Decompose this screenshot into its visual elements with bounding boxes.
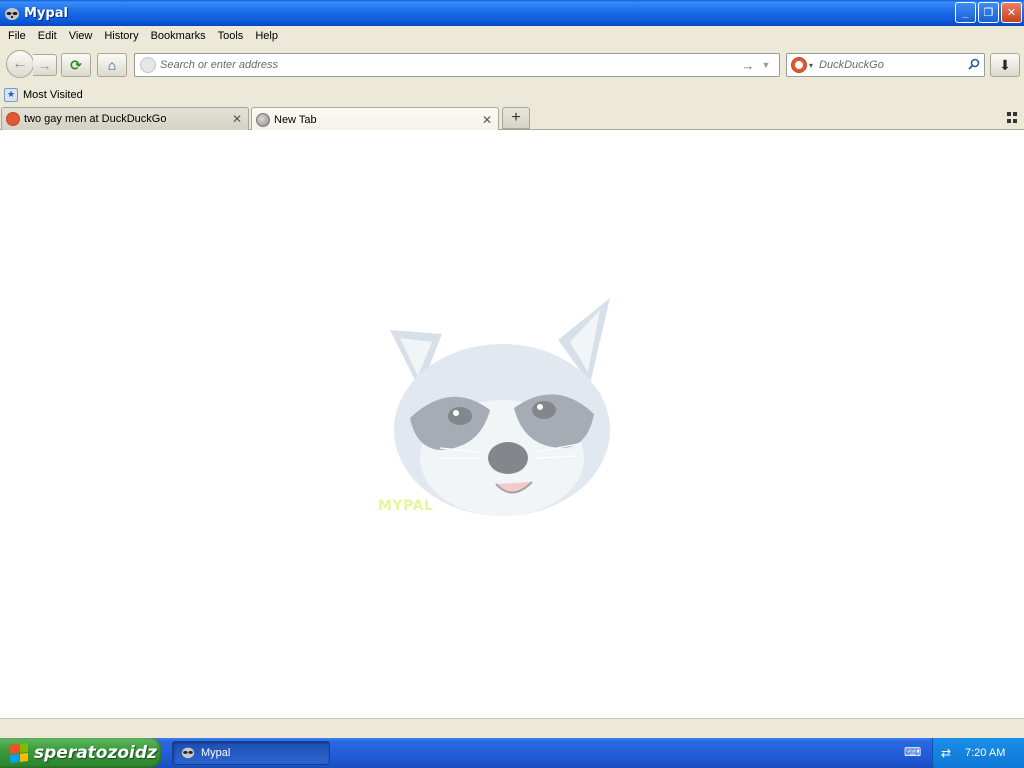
tab-new-tab[interactable]: New Tab ✕ xyxy=(251,107,499,131)
network-icon[interactable]: ⇄ xyxy=(941,746,957,760)
minimize-button[interactable]: _ xyxy=(955,2,976,23)
back-button[interactable]: ← xyxy=(6,50,34,78)
menu-bookmarks[interactable]: Bookmarks xyxy=(145,30,212,42)
window-controls: _ ❐ ✕ xyxy=(955,2,1022,23)
page-content: MYPAL xyxy=(0,130,1024,718)
forward-button[interactable]: → xyxy=(33,54,57,76)
list-all-tabs-icon[interactable] xyxy=(1006,111,1020,125)
menu-edit[interactable]: Edit xyxy=(32,30,63,42)
new-tab-button[interactable]: + xyxy=(502,107,530,129)
tab-strip: two gay men at DuckDuckGo ✕ New Tab ✕ + xyxy=(0,105,1024,131)
menu-history[interactable]: History xyxy=(98,30,144,42)
reload-button[interactable]: ⟳ xyxy=(61,53,91,77)
keyboard-layout-icon[interactable]: ⌨ xyxy=(904,745,921,759)
menu-view[interactable]: View xyxy=(63,30,99,42)
globe-icon xyxy=(256,112,270,127)
menu-tools[interactable]: Tools xyxy=(212,30,250,42)
duckduckgo-icon xyxy=(6,112,20,126)
tab-label: two gay men at DuckDuckGo xyxy=(24,113,167,125)
navigation-toolbar: ← → ⟳ ⌂ → ▼ ▾ ⬇ xyxy=(0,46,1024,84)
windows-logo-icon xyxy=(10,743,28,763)
search-engine-selector[interactable]: ▾ xyxy=(791,57,813,73)
system-tray: ⇄ 7:20 AM xyxy=(932,738,1024,768)
mypal-raccoon-icon xyxy=(4,5,20,21)
close-tab-icon[interactable]: ✕ xyxy=(230,112,244,126)
search-input[interactable] xyxy=(819,55,964,75)
title-bar: Mypal _ ❐ ✕ xyxy=(0,0,1024,26)
taskbar-item-mypal[interactable]: Mypal xyxy=(172,741,330,765)
clock[interactable]: 7:20 AM xyxy=(965,747,1005,759)
bookmarks-toolbar: ★ Most Visited xyxy=(0,84,1024,105)
close-button[interactable]: ✕ xyxy=(1001,2,1022,23)
address-bar[interactable]: → ▼ xyxy=(134,53,780,77)
go-arrow-icon[interactable]: → xyxy=(739,58,757,73)
site-identity-icon[interactable] xyxy=(140,57,156,73)
menu-bar: File Edit View History Bookmarks Tools H… xyxy=(0,26,1024,46)
status-bar xyxy=(0,718,1024,738)
duckduckgo-icon xyxy=(791,57,807,73)
close-tab-icon[interactable]: ✕ xyxy=(480,113,494,127)
start-label: speratozoidz xyxy=(34,743,157,763)
search-icon[interactable] xyxy=(964,58,984,73)
home-button[interactable]: ⌂ xyxy=(97,53,127,77)
tab-label: New Tab xyxy=(274,113,317,126)
menu-help[interactable]: Help xyxy=(249,30,284,42)
chevron-down-icon: ▾ xyxy=(809,60,814,70)
start-button[interactable]: speratozoidz xyxy=(0,738,162,768)
mypal-raccoon-icon xyxy=(181,745,195,762)
downloads-button[interactable]: ⬇ xyxy=(990,53,1020,77)
taskbar: speratozoidz Mypal ⌨ ⇄ 7:20 AM xyxy=(0,738,1024,768)
most-visited-icon: ★ xyxy=(4,87,18,102)
search-bar[interactable]: ▾ xyxy=(786,53,985,77)
taskbar-item-label: Mypal xyxy=(201,747,231,759)
window-title: Mypal xyxy=(24,5,68,21)
bookmark-most-visited[interactable]: Most Visited xyxy=(23,89,83,101)
tab-duckduckgo-search[interactable]: two gay men at DuckDuckGo ✕ xyxy=(1,107,249,130)
menu-file[interactable]: File xyxy=(2,30,32,42)
address-input[interactable] xyxy=(160,55,739,75)
restore-button[interactable]: ❐ xyxy=(978,2,999,23)
mypal-wordmark: MYPAL xyxy=(378,498,434,514)
history-dropdown-icon[interactable]: ▼ xyxy=(757,60,775,70)
mypal-raccoon-logo xyxy=(390,298,610,516)
